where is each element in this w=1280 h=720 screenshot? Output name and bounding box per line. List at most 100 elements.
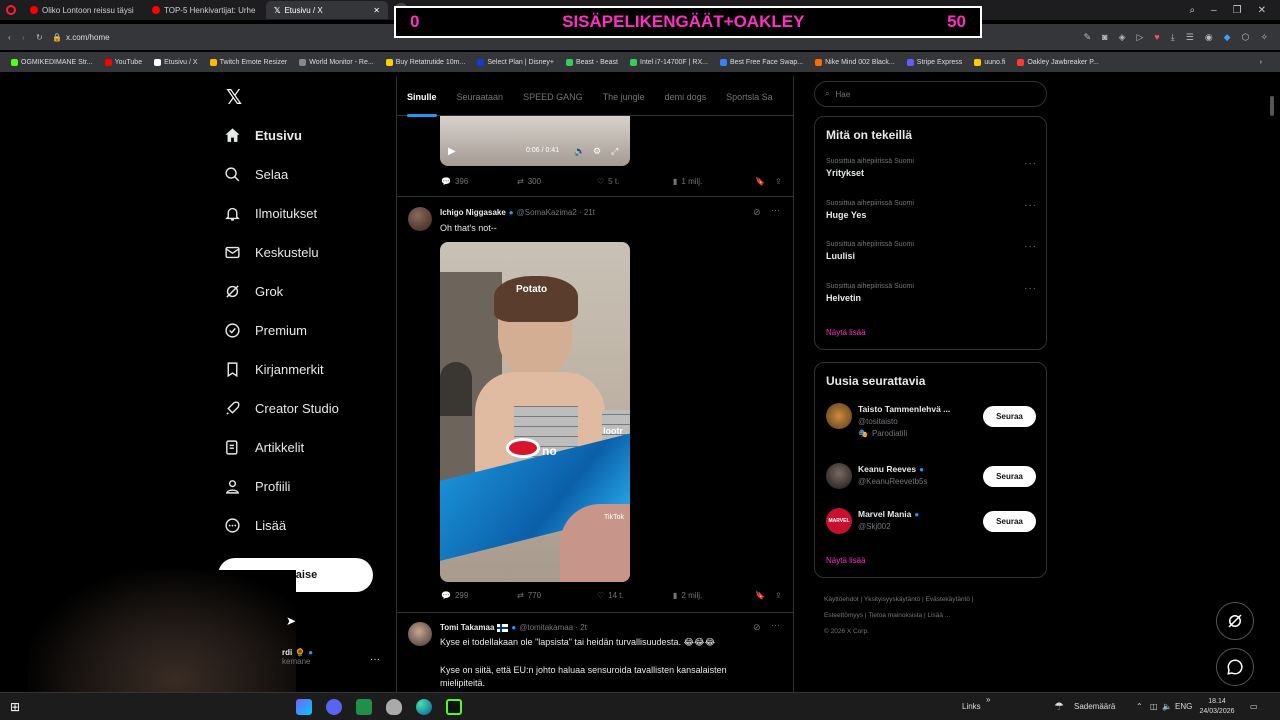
author-name[interactable]: Tomi Takamaa (440, 623, 494, 632)
show-more-link[interactable]: Näytä lisää (826, 328, 866, 337)
app-green-icon[interactable] (356, 698, 372, 715)
like-button[interactable]: ♡ 5 t. (597, 177, 673, 186)
tab-the-jungle[interactable]: The jungle (593, 80, 655, 115)
reply-button[interactable]: 💬 396 (441, 177, 517, 186)
back-icon[interactable]: ‹ (8, 33, 22, 42)
settings-icon[interactable]: ⚙ (593, 146, 601, 157)
author-name[interactable]: Ichigo Niggasake (440, 208, 506, 217)
tab-demi-dogs[interactable]: demi dogs (655, 80, 717, 115)
footer-link[interactable]: Käyttöehdot (824, 596, 859, 603)
views-button[interactable]: ▮ 1 milj. (673, 177, 755, 186)
edge-browser-icon[interactable] (416, 698, 432, 715)
nav-item-messages[interactable]: Keskustelu (224, 233, 394, 272)
search-field[interactable]: ⌕ Hae (814, 81, 1047, 107)
nav-item-grok[interactable]: Grok (224, 272, 394, 311)
weather-text[interactable]: Sademäärä (1074, 702, 1115, 711)
tab-sportsla[interactable]: Sportsla Sa (716, 80, 783, 115)
menu-icon[interactable]: ☰ (1186, 32, 1194, 43)
post-more-icon[interactable]: ··· (771, 205, 780, 215)
follow-user[interactable]: Keanu Reeves ● @KeanuReevetb5s (858, 464, 983, 486)
nav-item-bookmarks[interactable]: Kirjanmerkit (224, 350, 394, 389)
avatar[interactable] (408, 622, 432, 646)
follow-avatar[interactable] (826, 463, 852, 489)
account-more-icon[interactable]: ··· (370, 654, 380, 665)
reload-icon[interactable]: ↻ (36, 33, 52, 42)
opera-logo-icon[interactable] (0, 1, 22, 19)
bookmark-item[interactable]: Select Plan | Disney+ (472, 58, 559, 66)
camera-icon[interactable]: ◙ (1102, 32, 1107, 43)
page-scrollbar[interactable] (1270, 96, 1274, 116)
nav-item-articles[interactable]: Artikkelit (224, 428, 394, 467)
messages-fab-button[interactable] (1216, 648, 1254, 686)
trend-more-icon[interactable]: ··· (1024, 158, 1037, 169)
post-video[interactable]: Potato no lootr TikTok (440, 242, 630, 582)
extension-icon[interactable]: ◆ (1224, 32, 1231, 43)
footer-link[interactable]: Evästekäytäntö (926, 596, 970, 603)
like-button[interactable]: ♡ 14 t. (597, 591, 673, 600)
browser-tab-2[interactable]: TOP-5 Henkivartijat: Urhe (144, 1, 266, 19)
video-player[interactable]: ▶ 0:06 / 0:41 🔈 ⚙ ⤢ (440, 116, 630, 166)
follow-user[interactable]: Taisto Tammenlehvä ... @tositaisto 🎭 Paro… (858, 404, 983, 438)
browser-tab-1[interactable]: Oliko Lontoon reissu täysi (22, 1, 144, 19)
windows-start-icon[interactable]: ⊞ (10, 700, 20, 714)
bookmark-item[interactable]: OGMIKEDIMANE Str... (6, 58, 98, 66)
bookmark-icon[interactable]: 🔖 (755, 177, 775, 186)
account-switcher[interactable]: rdi 🌻 ● kemane ··· (282, 648, 382, 678)
avatar[interactable] (408, 207, 432, 231)
notifications-icon[interactable]: ▭ (1250, 702, 1258, 711)
nav-item-explore[interactable]: Selaa (224, 155, 394, 194)
nav-item-notifications[interactable]: Ilmoitukset (224, 194, 394, 233)
download-icon[interactable]: ⤓ (1171, 32, 1175, 43)
tab-following[interactable]: Seuraataan (447, 80, 514, 115)
trend-more-icon[interactable]: ··· (1024, 283, 1037, 294)
bookmark-item[interactable]: YouTube (100, 58, 148, 66)
nav-item-profile[interactable]: Profiili (224, 467, 394, 506)
search-tabs-icon[interactable]: ⌕ (1189, 5, 1195, 16)
nav-item-home[interactable]: Etusivu (224, 116, 394, 155)
trend-more-icon[interactable]: ··· (1024, 241, 1037, 252)
follow-button[interactable]: Seuraa (983, 466, 1036, 487)
forward-icon[interactable]: › (22, 33, 36, 42)
author-handle[interactable]: @tomitakamaa · 2t (519, 623, 587, 632)
follow-user[interactable]: Marvel Mania ● @Skj002 (858, 509, 983, 531)
follow-avatar[interactable]: MARVEL (826, 508, 852, 534)
tab-for-you[interactable]: Sinulle (397, 80, 447, 115)
footer-link[interactable]: Tietoa mainoksista (868, 612, 922, 619)
site-info-icon[interactable]: 🔒 (52, 33, 66, 42)
footer-link[interactable]: Esteettömyys (824, 612, 863, 619)
trend-item[interactable]: Suosittua aihepiirissä Suomi Helvetin ··… (826, 283, 1041, 303)
cube-icon[interactable]: ⬡ (1242, 32, 1250, 43)
grok-fab-button[interactable] (1216, 602, 1254, 640)
play-icon[interactable]: ▶ (448, 146, 456, 157)
shield-icon[interactable]: ◈ (1119, 32, 1126, 43)
follow-avatar[interactable] (826, 403, 852, 429)
repost-button[interactable]: ⇄ 770 (517, 591, 597, 600)
volume-icon[interactable]: 🔈 (1162, 702, 1172, 711)
share-icon[interactable]: ⇪ (775, 177, 782, 186)
bookmark-item[interactable]: Intel i7-14700F | RX... (625, 58, 713, 66)
footer-link[interactable]: Yksityisyyskäytäntö (864, 596, 920, 603)
kick-app-icon[interactable] (446, 698, 462, 715)
bookmark-item[interactable]: World Monitor - Re... (294, 58, 378, 66)
follow-button[interactable]: Seuraa (983, 511, 1036, 532)
bookmark-item[interactable]: Beast - Beast (561, 58, 623, 66)
reply-button[interactable]: 💬 299 (441, 591, 517, 600)
links-toolbar[interactable]: Links (962, 702, 981, 711)
browser-tab-3[interactable]: 𝕏 Etusivu / X ✕ (266, 1, 388, 19)
minimize-icon[interactable]: – (1211, 5, 1217, 16)
share-icon[interactable]: ⇪ (775, 591, 782, 600)
nav-item-creator-studio[interactable]: Creator Studio (224, 389, 394, 428)
trend-item[interactable]: Suosittua aihepiirissä Suomi Huge Yes ··… (826, 200, 1041, 220)
clock[interactable]: 18.14 24/03/2026 (1198, 697, 1236, 717)
bookmark-icon[interactable]: 🔖 (755, 591, 775, 600)
bookmark-item[interactable]: Etusivu / X (149, 58, 202, 66)
play-icon[interactable]: ▷ (1136, 32, 1143, 43)
show-more-link[interactable]: Näytä lisää (826, 556, 866, 565)
ai-icon[interactable]: ✧ (1260, 32, 1268, 43)
follow-button[interactable]: Seuraa (983, 406, 1036, 427)
nav-item-more[interactable]: Lisää (224, 506, 394, 545)
grok-icon[interactable]: ⊘ (753, 622, 761, 633)
discord-icon[interactable] (326, 698, 342, 715)
author-handle[interactable]: @SomaKazima2 · 21t (517, 208, 595, 217)
url-field[interactable]: x.com/home (66, 33, 110, 42)
